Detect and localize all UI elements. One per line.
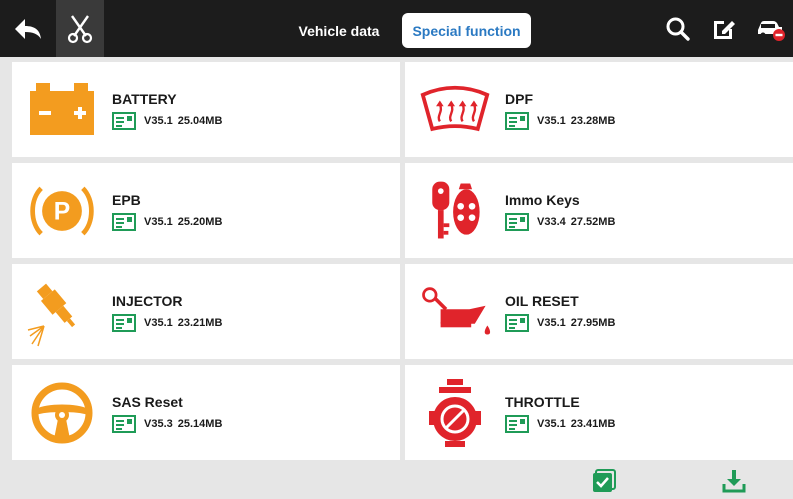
license-card-icon [112, 314, 136, 332]
tab-vehicle-data[interactable]: Vehicle data [284, 14, 394, 48]
back-arrow-icon [15, 18, 41, 39]
function-card-immo-keys[interactable]: Immo Keys V33.4 27.52MB [405, 163, 793, 258]
function-version: V35.1 [144, 216, 173, 228]
battery-icon [26, 74, 98, 146]
injector-icon [26, 276, 98, 348]
license-card-icon [505, 415, 529, 433]
function-version: V35.1 [537, 115, 566, 127]
function-meta: V35.1 25.20MB [112, 212, 222, 232]
top-toolbar: Vehicle data Special function [0, 0, 793, 57]
license-card-icon [112, 213, 136, 231]
edit-icon [714, 20, 735, 39]
dpf-icon [419, 74, 491, 146]
function-size: 27.95MB [570, 317, 616, 329]
function-card-battery[interactable]: BATTERY V35.1 25.04MB [12, 62, 400, 157]
function-size: 25.14MB [177, 418, 223, 430]
tab-special-function[interactable]: Special function [402, 13, 531, 48]
license-card-icon [505, 112, 529, 130]
function-card-injector[interactable]: INJECTOR V35.1 23.21MB [12, 264, 400, 359]
throttle-icon [419, 377, 491, 449]
function-version: V35.1 [537, 317, 566, 329]
svg-text:P: P [54, 199, 70, 226]
license-card-icon [112, 112, 136, 130]
download-button[interactable] [719, 466, 749, 496]
function-size: 25.04MB [177, 115, 223, 127]
function-version: V35.1 [144, 317, 173, 329]
download-icon [722, 470, 746, 493]
function-meta: V35.1 23.28MB [505, 111, 615, 131]
function-size: 23.21MB [177, 317, 223, 329]
license-card-icon [112, 415, 136, 433]
function-size: 27.52MB [570, 216, 616, 228]
function-meta: V35.3 25.14MB [112, 414, 222, 434]
function-meta: V35.1 25.04MB [112, 111, 222, 131]
search-button[interactable] [660, 0, 696, 57]
function-card-epb[interactable]: P EPB V35.1 25.20MB [12, 163, 400, 258]
function-card-oil-reset[interactable]: OIL RESET V35.1 27.95MB [405, 264, 793, 359]
function-card-sas-reset[interactable]: SAS Reset V35.3 25.14MB [12, 365, 400, 460]
function-title: INJECTOR [112, 293, 183, 309]
function-meta: V35.1 27.95MB [505, 313, 615, 333]
parking-brake-icon: P [26, 175, 98, 247]
function-title: EPB [112, 192, 141, 208]
function-title: Immo Keys [505, 192, 580, 208]
select-all-button[interactable] [589, 466, 619, 496]
car-disconnect-icon [758, 20, 785, 41]
search-icon [666, 17, 690, 41]
car-button[interactable] [752, 0, 790, 57]
function-title: OIL RESET [505, 293, 579, 309]
scissors-icon [67, 14, 93, 43]
license-card-icon [505, 213, 529, 231]
bottom-toolbar [0, 460, 793, 499]
function-meta: V35.1 23.41MB [505, 414, 615, 434]
function-title: BATTERY [112, 91, 177, 107]
function-version: V35.1 [537, 418, 566, 430]
key-fob-icon [419, 175, 491, 247]
function-card-throttle[interactable]: THROTTLE V35.1 23.41MB [405, 365, 793, 460]
oil-can-icon [419, 276, 491, 348]
function-size: 23.41MB [570, 418, 616, 430]
cut-button[interactable] [56, 0, 104, 57]
function-card-dpf[interactable]: DPF V35.1 23.28MB [405, 62, 793, 157]
function-title: SAS Reset [112, 394, 183, 410]
function-meta: V33.4 27.52MB [505, 212, 615, 232]
edit-button[interactable] [706, 0, 742, 57]
back-button[interactable] [0, 0, 56, 57]
function-meta: V35.1 23.21MB [112, 313, 222, 333]
function-title: THROTTLE [505, 394, 580, 410]
checkbox-icon [593, 469, 616, 492]
function-version: V35.1 [144, 115, 173, 127]
function-size: 25.20MB [177, 216, 223, 228]
function-version: V35.3 [144, 418, 173, 430]
license-card-icon [505, 314, 529, 332]
function-version: V33.4 [537, 216, 566, 228]
function-size: 23.28MB [570, 115, 616, 127]
function-title: DPF [505, 91, 533, 107]
steering-wheel-icon [26, 377, 98, 449]
